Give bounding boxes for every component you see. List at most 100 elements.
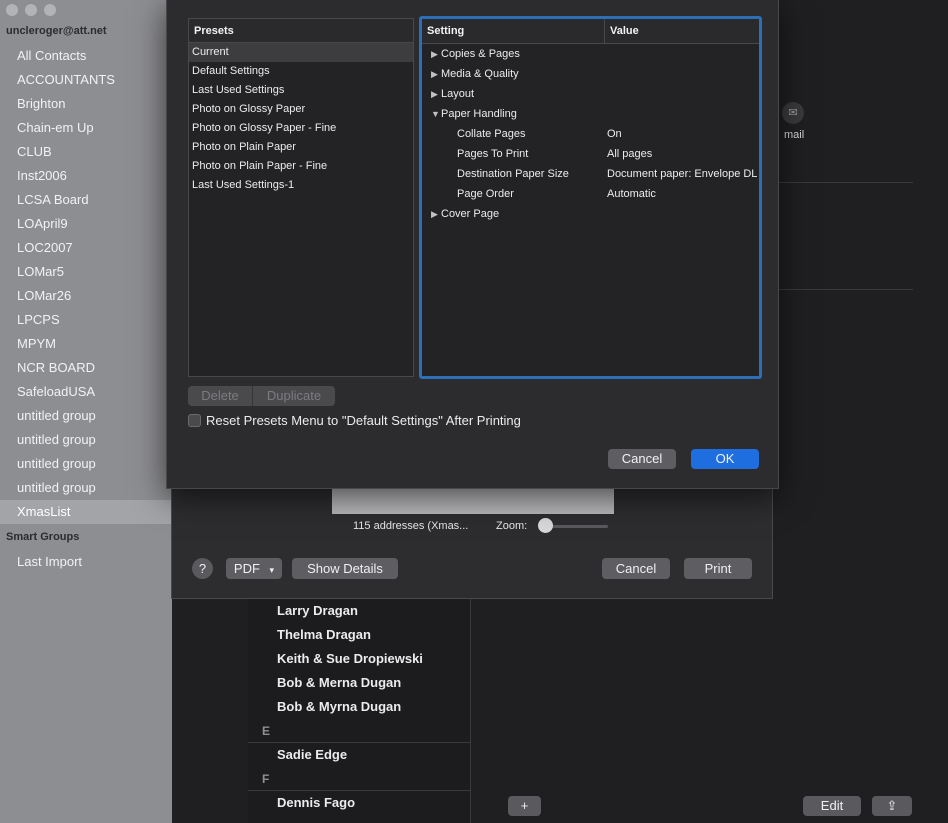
- group-item[interactable]: LPCPS: [0, 308, 172, 332]
- setting-column-header: Setting: [422, 19, 605, 43]
- setting-name: Copies & Pages: [441, 48, 520, 60]
- setting-row[interactable]: ▶ Cover Page: [422, 204, 759, 224]
- sheet-cancel-button[interactable]: Cancel: [608, 449, 676, 469]
- disclosure-closed-icon[interactable]: ▶: [431, 84, 438, 104]
- preset-row[interactable]: Current: [189, 43, 413, 62]
- preset-row[interactable]: Photo on Plain Paper: [189, 138, 413, 157]
- presets-column-header: Presets: [189, 19, 413, 43]
- preset-row[interactable]: Last Used Settings: [189, 81, 413, 100]
- chevron-down-icon: ▾: [269, 565, 275, 575]
- group-item[interactable]: All Contacts: [0, 44, 172, 68]
- setting-name: Page Order: [457, 188, 514, 200]
- close-window-button[interactable]: [6, 4, 18, 16]
- presets-table: Presets Current Default Settings Last Used…: [188, 18, 414, 377]
- setting-name: Collate Pages: [457, 128, 526, 140]
- group-item[interactable]: untitled group: [0, 404, 172, 428]
- section-header-e: E: [248, 719, 470, 743]
- preset-row[interactable]: Photo on Glossy Paper: [189, 100, 413, 119]
- contact-list: Larry Dragan Thelma Dragan Keith & Sue Dro…: [248, 599, 471, 823]
- group-item[interactable]: ACCOUNTANTS: [0, 68, 172, 92]
- show-details-button[interactable]: Show Details: [292, 558, 398, 579]
- group-item[interactable]: LOMar5: [0, 260, 172, 284]
- setting-name: Layout: [441, 88, 475, 100]
- smart-groups-header: Smart Groups: [6, 531, 80, 543]
- presets-sheet: Presets Current Default Settings Last Used…: [166, 0, 779, 489]
- contact-row[interactable]: Sadie Edge: [248, 743, 470, 767]
- minimize-window-button[interactable]: [25, 4, 37, 16]
- setting-value: Automatic: [607, 188, 656, 200]
- group-item[interactable]: LCSA Board: [0, 188, 172, 212]
- contact-row[interactable]: Keith & Sue Dropiewski: [248, 647, 470, 671]
- group-item[interactable]: LOApril9: [0, 212, 172, 236]
- group-item[interactable]: LOMar26: [0, 284, 172, 308]
- duplicate-preset-button[interactable]: Duplicate: [253, 386, 335, 406]
- disclosure-closed-icon[interactable]: ▶: [431, 44, 438, 64]
- group-item[interactable]: untitled group: [0, 452, 172, 476]
- group-item[interactable]: Inst2006: [0, 164, 172, 188]
- group-item[interactable]: SafeloadUSA: [0, 380, 172, 404]
- sheet-ok-button[interactable]: OK: [691, 449, 759, 469]
- setting-row[interactable]: Pages To Print All pages: [422, 144, 759, 164]
- group-item[interactable]: MPYM: [0, 332, 172, 356]
- zoom-label: Zoom:: [496, 520, 528, 532]
- share-button[interactable]: ⇪: [872, 796, 912, 816]
- print-button[interactable]: Print: [684, 558, 752, 579]
- window-controls: [6, 4, 56, 16]
- group-item[interactable]: untitled group: [0, 428, 172, 452]
- preset-row[interactable]: Photo on Glossy Paper - Fine: [189, 119, 413, 138]
- setting-row[interactable]: ▶ Media & Quality: [422, 64, 759, 84]
- preset-actions: Delete Duplicate: [188, 386, 335, 406]
- zoom-window-button[interactable]: [44, 4, 56, 16]
- setting-name: Pages To Print: [457, 148, 529, 160]
- setting-value: Document paper: Envelope DL: [607, 168, 758, 180]
- group-item[interactable]: untitled group: [0, 476, 172, 500]
- group-item[interactable]: Chain-em Up: [0, 116, 172, 140]
- sidebar: uncleroger@att.net All Contacts ACCOUNTAN…: [0, 0, 172, 823]
- setting-name: Media & Quality: [441, 68, 519, 80]
- setting-row[interactable]: Collate Pages On: [422, 124, 759, 144]
- disclosure-closed-icon[interactable]: ▶: [431, 204, 438, 224]
- setting-value: On: [607, 128, 622, 140]
- setting-name: Destination Paper Size: [457, 168, 569, 180]
- preset-row[interactable]: Photo on Plain Paper - Fine: [189, 157, 413, 176]
- group-list: All Contacts ACCOUNTANTS Brighton Chain-em …: [0, 44, 172, 524]
- contact-row[interactable]: Thelma Dragan: [248, 623, 470, 647]
- smart-group-last-import[interactable]: Last Import: [17, 550, 82, 574]
- setting-name: Paper Handling: [441, 108, 517, 120]
- zoom-slider-thumb[interactable]: [538, 518, 553, 533]
- print-cancel-button[interactable]: Cancel: [602, 558, 670, 579]
- mail-icon[interactable]: ✉: [782, 102, 804, 124]
- reset-presets-checkbox[interactable]: [188, 414, 201, 427]
- setting-row[interactable]: ▼ Paper Handling: [422, 104, 759, 124]
- settings-table: Setting Value ▶ Copies & Pages ▶ Media & Qu…: [419, 16, 762, 379]
- group-item[interactable]: NCR BOARD: [0, 356, 172, 380]
- pdf-menu-button[interactable]: PDF ▾: [226, 558, 282, 579]
- contact-row[interactable]: Larry Dragan: [248, 599, 470, 623]
- contact-row[interactable]: Bob & Myrna Dugan: [248, 695, 470, 719]
- add-contact-button[interactable]: +: [508, 796, 541, 816]
- setting-row[interactable]: ▶ Layout: [422, 84, 759, 104]
- preset-row[interactable]: Last Used Settings-1: [189, 176, 413, 195]
- group-item[interactable]: LOC2007: [0, 236, 172, 260]
- setting-row[interactable]: Page Order Automatic: [422, 184, 759, 204]
- group-item[interactable]: Brighton: [0, 92, 172, 116]
- disclosure-closed-icon[interactable]: ▶: [431, 64, 438, 84]
- reset-presets-label: Reset Presets Menu to "Default Settings"…: [206, 413, 521, 428]
- setting-row[interactable]: Destination Paper Size Document paper: En…: [422, 164, 759, 184]
- group-item[interactable]: CLUB: [0, 140, 172, 164]
- edit-button[interactable]: Edit: [803, 796, 861, 816]
- disclosure-open-icon[interactable]: ▼: [431, 104, 440, 124]
- value-column-header: Value: [610, 25, 639, 37]
- preset-row[interactable]: Default Settings: [189, 62, 413, 81]
- setting-name: Cover Page: [441, 208, 500, 220]
- print-preview: [332, 488, 614, 514]
- contact-row[interactable]: Bob & Merna Dugan: [248, 671, 470, 695]
- setting-row[interactable]: ▶ Copies & Pages: [422, 44, 759, 64]
- help-button[interactable]: ?: [192, 558, 213, 579]
- group-item[interactable]: XmasList: [0, 500, 172, 524]
- address-count: 115 addresses (Xmas...: [353, 520, 469, 532]
- pdf-label: PDF: [233, 561, 260, 576]
- contact-row[interactable]: Dennis Fago: [248, 791, 470, 815]
- delete-preset-button[interactable]: Delete: [188, 386, 253, 406]
- share-icon: ⇪: [886, 798, 898, 813]
